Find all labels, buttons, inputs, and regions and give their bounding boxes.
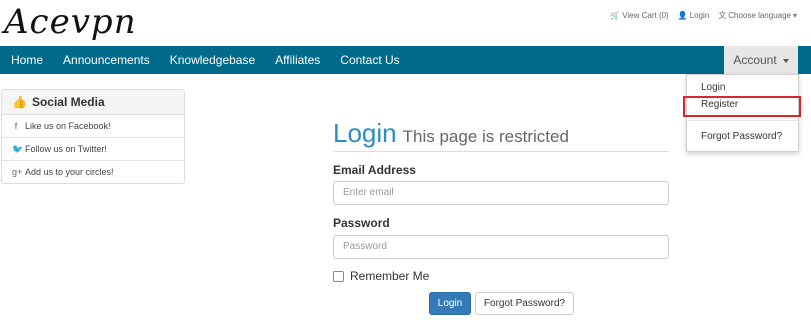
login-button[interactable]: Login xyxy=(429,292,471,315)
thumbs-up-icon: 👍 xyxy=(12,95,27,109)
remember-me-row: Remember Me xyxy=(333,269,429,283)
email-label: Email Address xyxy=(333,163,416,177)
view-cart-label: View Cart (0) xyxy=(622,11,669,20)
dropdown-register[interactable]: Register xyxy=(701,99,738,110)
chevron-down-icon: ▾ xyxy=(792,11,797,20)
social-google-plus-label: Add us to your circles! xyxy=(25,167,114,177)
social-twitter-label: Follow us on Twitter! xyxy=(25,144,107,154)
site-logo[interactable]: Acevpn xyxy=(4,2,137,42)
nav-announcements[interactable]: Announcements xyxy=(53,46,160,74)
social-media-title: Social Media xyxy=(31,95,105,109)
social-twitter-link[interactable]: 🐦 Follow us on Twitter! xyxy=(2,138,184,161)
account-label: Account xyxy=(733,53,777,67)
remember-me-checkbox[interactable] xyxy=(333,270,344,282)
twitter-icon: 🐦 xyxy=(12,144,24,154)
social-facebook-link[interactable]: f Like us on Facebook! xyxy=(2,115,184,138)
top-login-link[interactable]: 👤 Login xyxy=(678,11,710,20)
facebook-icon: f xyxy=(14,121,18,131)
caret-down-icon xyxy=(782,58,789,63)
nav-contact-us[interactable]: Contact Us xyxy=(330,46,409,74)
social-media-panel: 👍 Social Media f Like us on Facebook! 🐦 … xyxy=(1,89,185,184)
nav-knowledgebase[interactable]: Knowledgebase xyxy=(160,46,265,74)
dropdown-divider xyxy=(687,120,798,121)
account-menu-button[interactable]: Account xyxy=(724,46,798,74)
social-media-header: 👍 Social Media xyxy=(2,90,184,115)
nav-home[interactable]: Home xyxy=(0,46,53,74)
google-plus-icon: g+ xyxy=(12,167,23,177)
password-label: Password xyxy=(333,216,390,230)
social-facebook-label: Like us on Facebook! xyxy=(25,121,111,131)
choose-language-label: Choose language xyxy=(728,11,791,20)
page-title-main: Login xyxy=(333,118,397,148)
user-icon: 👤 xyxy=(677,11,688,20)
cart-icon: 🛒 xyxy=(610,11,621,20)
view-cart-link[interactable]: 🛒 View Cart (0) xyxy=(610,11,669,20)
title-divider xyxy=(333,151,669,152)
top-links: 🛒 View Cart (0) 👤 Login 文 Choose languag… xyxy=(610,10,797,21)
account-dropdown: Login Register Forgot Password? xyxy=(686,74,799,152)
social-google-plus-link[interactable]: g+ Add us to your circles! xyxy=(2,161,184,183)
password-field[interactable]: Password xyxy=(333,235,669,259)
email-field[interactable]: Enter email xyxy=(333,181,669,205)
nav-items: Home Announcements Knowledgebase Affilia… xyxy=(0,46,410,74)
nav-affiliates[interactable]: Affiliates xyxy=(265,46,330,74)
page-title: Login This page is restricted xyxy=(333,118,569,149)
top-login-label: Login xyxy=(689,11,710,20)
main-navbar: Home Announcements Knowledgebase Affilia… xyxy=(0,46,811,74)
forgot-password-button[interactable]: Forgot Password? xyxy=(475,292,574,315)
dropdown-login[interactable]: Login xyxy=(701,82,725,93)
page-title-subtitle: This page is restricted xyxy=(402,127,569,146)
choose-language-dropdown[interactable]: 文 Choose language ▾ xyxy=(718,10,797,21)
remember-me-label: Remember Me xyxy=(350,269,430,283)
dropdown-forgot-password[interactable]: Forgot Password? xyxy=(701,131,782,142)
language-icon: 文 xyxy=(718,11,727,20)
